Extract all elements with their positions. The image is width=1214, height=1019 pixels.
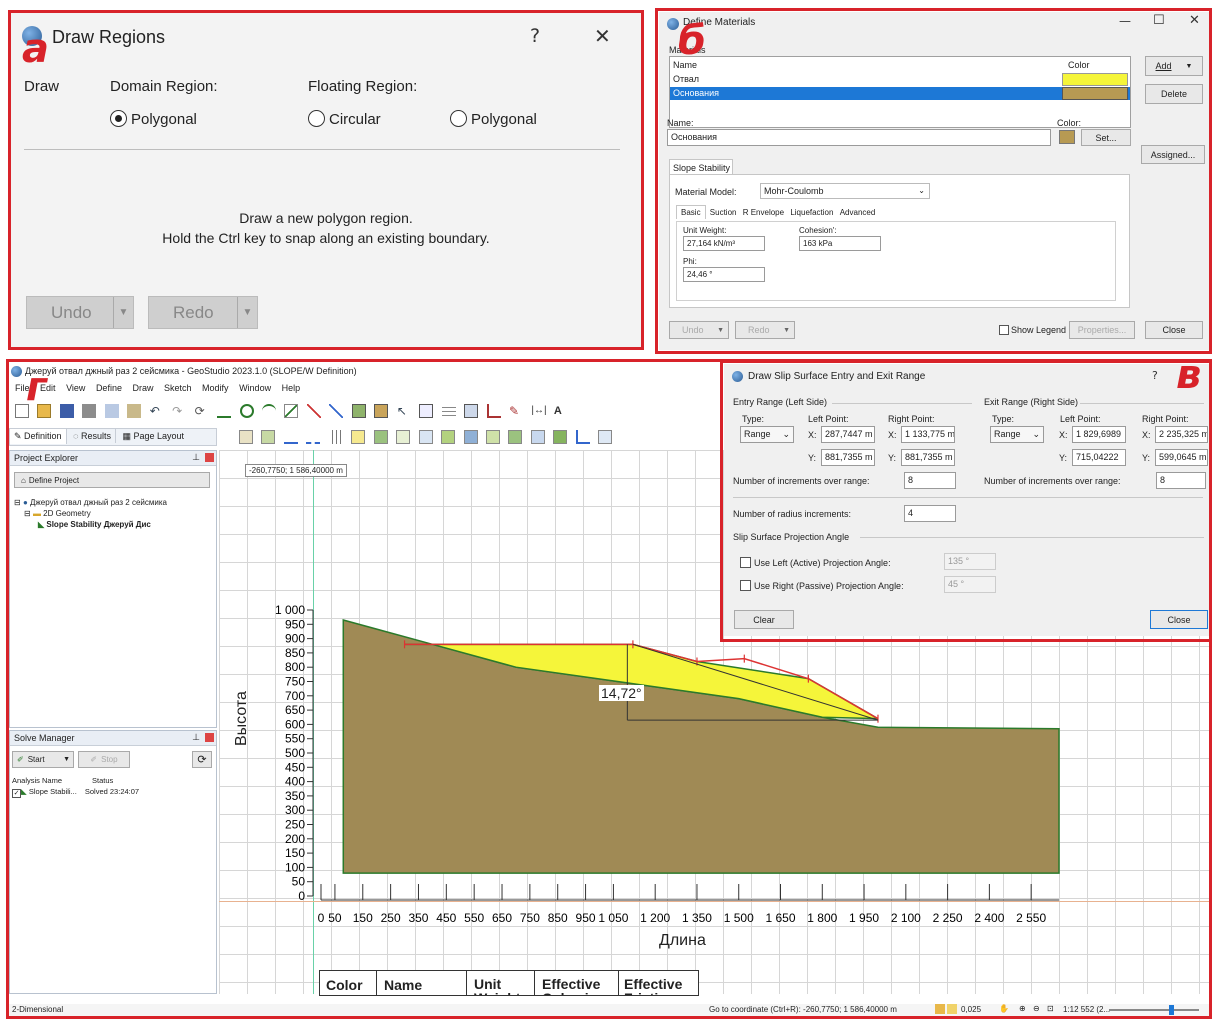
panel-b-marker: б [678,18,706,64]
panel-a-marker: а [22,26,49,72]
panel-g-marker: г [26,364,47,410]
panel-v-marker: в [1176,352,1202,398]
panel-a-frame [8,10,644,350]
panel-v-frame [720,360,1212,642]
panel-b-frame [655,8,1212,354]
